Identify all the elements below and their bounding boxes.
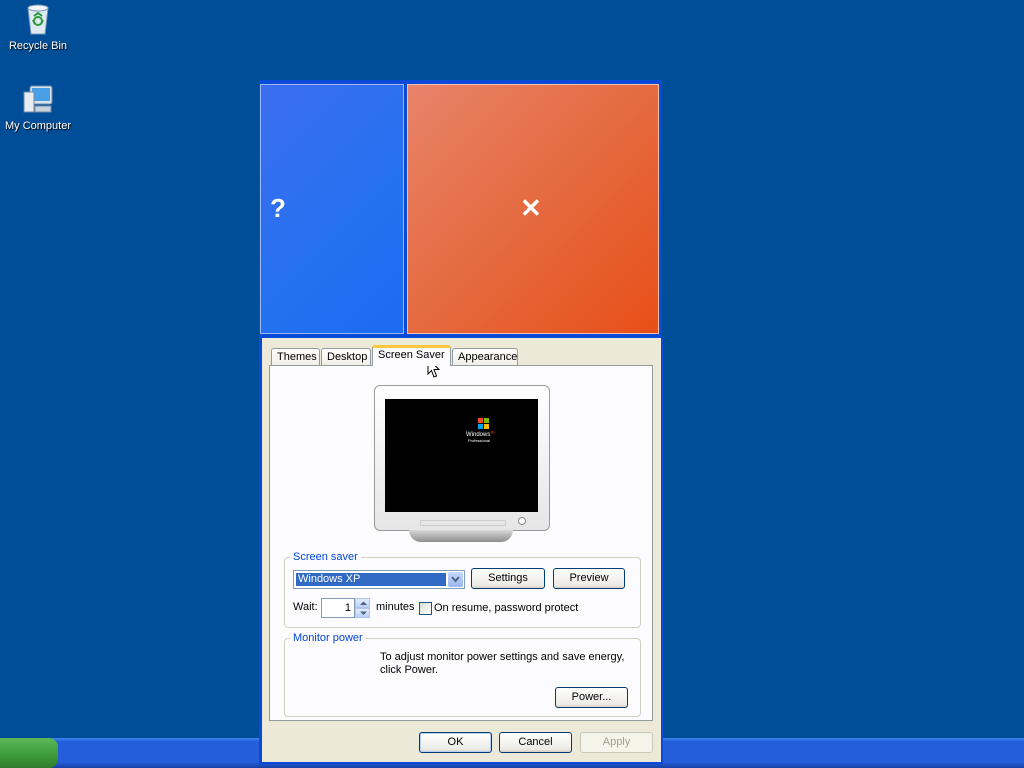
chevron-up-icon [360,601,367,605]
monitor-power-led [518,517,526,525]
tab-desktop[interactable]: Desktop [321,348,371,365]
windows-xp-logo: Windowsxp Professional [466,418,495,444]
screen-saver-select[interactable]: Windows XP [293,570,465,589]
start-button[interactable] [0,738,58,768]
power-button[interactable]: Power... [555,687,628,708]
recycle-bin-shortcut[interactable]: Recycle Bin [0,2,76,52]
apply-button[interactable]: Apply [580,732,653,753]
help-button[interactable]: ? [260,84,404,334]
windows-flag-icon [478,418,489,429]
monitor-slot [420,520,506,526]
logo-xp-mark: xp [490,429,495,434]
recycle-bin-label: Recycle Bin [8,40,68,52]
monitor-power-legend: Monitor power [290,632,366,644]
close-button[interactable]: ✕ [407,84,659,334]
close-icon: ✕ [520,193,542,223]
password-protect-checkbox[interactable] [419,602,432,615]
spin-up-button[interactable] [355,598,370,608]
dropdown-arrow-button[interactable] [448,572,463,587]
settings-button[interactable]: Settings [471,568,545,589]
my-computer-icon [23,85,53,113]
wait-minutes-input[interactable]: 1 [321,598,355,618]
monitor-stand [409,530,513,542]
monitor-power-description: To adjust monitor power settings and sav… [380,651,625,676]
wait-spinner[interactable] [355,598,370,618]
chevron-down-icon [360,611,367,615]
preview-button[interactable]: Preview [553,568,625,589]
question-mark-icon: ? [270,193,286,223]
minutes-label: minutes [376,601,415,613]
my-computer-label: My Computer [4,120,72,132]
logo-sub: Professional [468,438,491,443]
chevron-down-icon [451,576,460,583]
recycle-bin-icon [27,4,49,35]
tab-screen-saver[interactable]: Screen Saver [372,345,451,366]
screen-saver-selected: Windows XP [296,573,446,586]
ok-button[interactable]: OK [419,732,492,753]
password-protect-label[interactable]: On resume, password protect [434,602,578,614]
cancel-button[interactable]: Cancel [499,732,572,753]
wait-label: Wait: [293,601,318,613]
screen-saver-legend: Screen saver [290,551,361,563]
preview-screen [385,399,538,512]
tab-themes[interactable]: Themes [271,348,320,365]
spin-down-button[interactable] [355,608,370,618]
tab-appearance[interactable]: Appearance [452,348,518,365]
my-computer-shortcut[interactable]: My Computer [0,84,76,132]
